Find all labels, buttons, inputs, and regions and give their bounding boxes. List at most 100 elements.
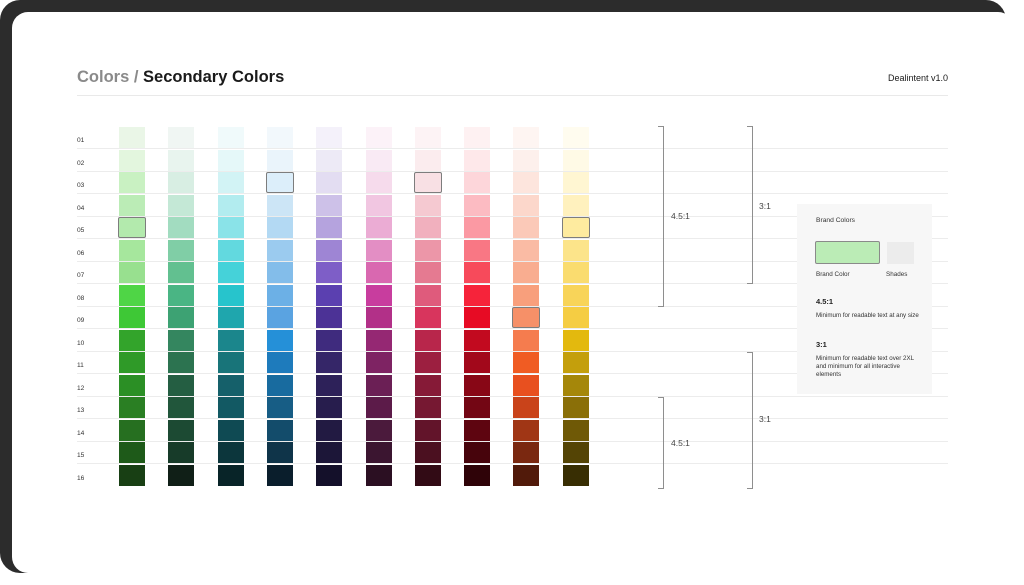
color-swatch[interactable] (316, 217, 343, 238)
color-swatch[interactable] (316, 329, 343, 351)
color-swatch[interactable] (365, 239, 392, 261)
color-swatch[interactable] (513, 329, 540, 351)
color-swatch[interactable] (168, 352, 195, 373)
color-swatch[interactable] (464, 284, 491, 306)
selected-color-swatch[interactable] (118, 217, 146, 238)
color-swatch[interactable] (316, 284, 343, 306)
color-swatch[interactable] (365, 284, 392, 306)
color-swatch[interactable] (316, 397, 343, 418)
color-swatch[interactable] (266, 307, 293, 328)
color-swatch[interactable] (513, 397, 540, 418)
color-swatch[interactable] (119, 352, 145, 373)
color-swatch[interactable] (266, 397, 293, 418)
color-swatch[interactable] (119, 172, 145, 193)
color-swatch[interactable] (266, 374, 293, 396)
color-swatch[interactable] (168, 262, 195, 283)
color-swatch[interactable] (168, 442, 195, 463)
color-swatch[interactable] (217, 262, 244, 283)
color-swatch[interactable] (513, 442, 540, 463)
color-swatch[interactable] (217, 149, 244, 171)
color-swatch[interactable] (168, 239, 195, 261)
color-swatch[interactable] (414, 149, 441, 171)
color-swatch[interactable] (266, 464, 293, 486)
color-swatch[interactable] (414, 374, 441, 396)
color-swatch[interactable] (513, 172, 540, 193)
color-swatch[interactable] (365, 127, 392, 148)
color-swatch[interactable] (217, 419, 244, 441)
color-swatch[interactable] (562, 284, 589, 306)
color-swatch[interactable] (562, 127, 589, 148)
color-swatch[interactable] (464, 419, 491, 441)
color-swatch[interactable] (513, 374, 540, 396)
color-swatch[interactable] (168, 329, 195, 351)
color-swatch[interactable] (266, 194, 293, 216)
color-swatch[interactable] (316, 307, 343, 328)
color-swatch[interactable] (365, 262, 392, 283)
color-swatch[interactable] (168, 217, 195, 238)
color-swatch[interactable] (562, 172, 589, 193)
color-swatch[interactable] (464, 352, 491, 373)
color-swatch[interactable] (562, 442, 589, 463)
color-swatch[interactable] (414, 329, 441, 351)
color-swatch[interactable] (414, 419, 441, 441)
color-swatch[interactable] (365, 464, 392, 486)
color-swatch[interactable] (562, 149, 589, 171)
color-swatch[interactable] (365, 352, 392, 373)
color-swatch[interactable] (266, 329, 293, 351)
color-swatch[interactable] (316, 172, 343, 193)
color-swatch[interactable] (513, 284, 540, 306)
color-swatch[interactable] (119, 194, 145, 216)
color-swatch[interactable] (562, 419, 589, 441)
color-swatch[interactable] (513, 352, 540, 373)
color-swatch[interactable] (119, 149, 145, 171)
color-swatch[interactable] (464, 217, 491, 238)
color-swatch[interactable] (316, 419, 343, 441)
color-swatch[interactable] (365, 194, 392, 216)
color-swatch[interactable] (217, 194, 244, 216)
color-swatch[interactable] (217, 442, 244, 463)
color-swatch[interactable] (414, 352, 441, 373)
color-swatch[interactable] (365, 329, 392, 351)
brand-color-swatch[interactable] (815, 241, 880, 264)
color-swatch[interactable] (266, 442, 293, 463)
color-swatch[interactable] (119, 419, 145, 441)
color-swatch[interactable] (414, 217, 441, 238)
color-swatch[interactable] (513, 464, 540, 486)
color-swatch[interactable] (562, 194, 589, 216)
color-swatch[interactable] (168, 374, 195, 396)
color-swatch[interactable] (168, 194, 195, 216)
color-swatch[interactable] (316, 262, 343, 283)
color-swatch[interactable] (168, 284, 195, 306)
color-swatch[interactable] (414, 442, 441, 463)
color-swatch[interactable] (217, 374, 244, 396)
color-swatch[interactable] (464, 374, 491, 396)
color-swatch[interactable] (168, 307, 195, 328)
color-swatch[interactable] (513, 149, 540, 171)
color-swatch[interactable] (119, 397, 145, 418)
color-swatch[interactable] (562, 352, 589, 373)
color-swatch[interactable] (464, 149, 491, 171)
color-swatch[interactable] (119, 127, 145, 148)
color-swatch[interactable] (217, 239, 244, 261)
color-swatch[interactable] (365, 149, 392, 171)
color-swatch[interactable] (316, 464, 343, 486)
color-swatch[interactable] (414, 262, 441, 283)
color-swatch[interactable] (562, 239, 589, 261)
selected-color-swatch[interactable] (413, 172, 442, 193)
color-swatch[interactable] (365, 442, 392, 463)
color-swatch[interactable] (414, 307, 441, 328)
color-swatch[interactable] (414, 127, 441, 148)
color-swatch[interactable] (168, 149, 195, 171)
color-swatch[interactable] (464, 239, 491, 261)
color-swatch[interactable] (217, 217, 244, 238)
selected-color-swatch[interactable] (512, 307, 541, 328)
color-swatch[interactable] (217, 127, 244, 148)
color-swatch[interactable] (464, 307, 491, 328)
color-swatch[interactable] (562, 374, 589, 396)
color-swatch[interactable] (316, 127, 343, 148)
color-swatch[interactable] (562, 329, 589, 351)
color-swatch[interactable] (464, 442, 491, 463)
color-swatch[interactable] (168, 464, 195, 486)
color-swatch[interactable] (464, 397, 491, 418)
color-swatch[interactable] (562, 307, 589, 328)
